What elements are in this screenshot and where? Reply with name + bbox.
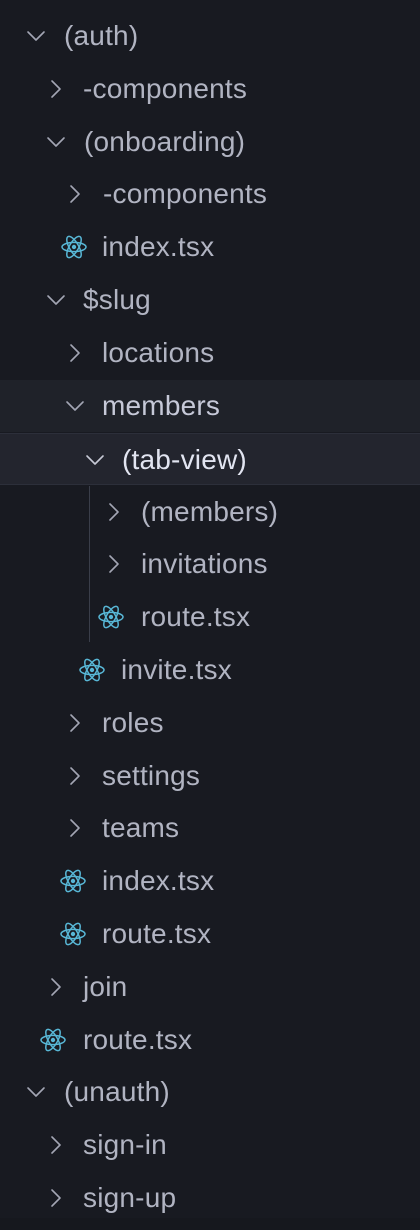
tree-item-teams-folder[interactable]: teams: [0, 802, 420, 854]
tree-item-invite-tsx-file[interactable]: invite.tsx: [0, 644, 420, 696]
tree-item-label: members: [102, 390, 221, 421]
tree-item-auth-folder[interactable]: (auth): [0, 10, 420, 62]
tree-item-label: -components: [83, 73, 248, 104]
tree-item-label: roles: [102, 707, 164, 738]
tree-item-route-tsx-file[interactable]: route.tsx: [0, 1014, 420, 1066]
react-icon: [78, 656, 106, 684]
react-icon: [39, 1026, 67, 1054]
tree-item-members-folder[interactable]: members: [0, 380, 420, 432]
tree-item-label: route.tsx: [102, 918, 212, 949]
tree-item-index-tsx-file[interactable]: index.tsx: [0, 855, 420, 907]
tree-item-sign-in-folder[interactable]: sign-in: [0, 1119, 420, 1171]
tree-item-roles-folder[interactable]: roles: [0, 697, 420, 749]
tree-item-onboarding-folder[interactable]: (onboarding): [0, 116, 420, 168]
tree-item-invitations-folder[interactable]: invitations: [0, 538, 420, 590]
tree-item-settings-folder[interactable]: settings: [0, 750, 420, 802]
chevron-right-icon: [63, 764, 87, 788]
tree-item-label: sign-up: [83, 1182, 177, 1213]
tree-item-locations-folder[interactable]: locations: [0, 327, 420, 379]
chevron-right-icon: [63, 711, 87, 735]
react-icon: [97, 603, 125, 631]
tree-item-label: index.tsx: [102, 231, 215, 262]
chevron-down-icon: [44, 130, 68, 154]
tree-item-label: invite.tsx: [121, 654, 232, 685]
tree-item-label: route.tsx: [141, 601, 251, 632]
tree-item-label: (auth): [64, 20, 139, 51]
tree-item-route-tsx-file[interactable]: route.tsx: [0, 908, 420, 960]
tree-item-label: (members): [141, 496, 279, 527]
chevron-right-icon: [63, 816, 87, 840]
tree-item-components-folder[interactable]: -components: [0, 63, 420, 115]
tree-item-unauth-folder[interactable]: (unauth): [0, 1066, 420, 1118]
chevron-right-icon: [44, 1186, 68, 1210]
tree-item-components-folder[interactable]: -components: [0, 168, 420, 220]
tree-item-label: invitations: [141, 548, 268, 579]
react-icon: [60, 233, 88, 261]
tree-item-label: $slug: [83, 284, 151, 315]
tree-item-label: route.tsx: [83, 1024, 193, 1055]
chevron-right-icon: [44, 77, 68, 101]
chevron-down-icon: [44, 288, 68, 312]
tree-item-label: -components: [103, 178, 268, 209]
tree-item-members-group-folder[interactable]: (members): [0, 486, 420, 538]
chevron-right-icon: [63, 341, 87, 365]
chevron-right-icon: [44, 1133, 68, 1157]
file-explorer-tree: (auth) -components (onboarding) -compone…: [0, 0, 420, 1230]
chevron-right-icon: [102, 552, 126, 576]
tree-item-label: sign-in: [83, 1129, 167, 1160]
tree-item-label: (unauth): [64, 1076, 170, 1107]
tree-item-route-tsx-file[interactable]: route.tsx: [0, 591, 420, 643]
tree-item-label: (onboarding): [84, 126, 246, 157]
chevron-down-icon: [83, 448, 107, 472]
tree-item-label: (tab-view): [122, 444, 247, 475]
tree-item-join-folder[interactable]: join: [0, 961, 420, 1013]
react-icon: [59, 920, 87, 948]
tree-item-label: settings: [102, 760, 201, 791]
chevron-right-icon: [102, 500, 126, 524]
chevron-right-icon: [63, 182, 87, 206]
chevron-down-icon: [63, 394, 87, 418]
tree-item-label: locations: [102, 337, 215, 368]
tree-item-slug-folder[interactable]: $slug: [0, 274, 420, 326]
react-icon: [59, 867, 87, 895]
tree-item-index-tsx-file[interactable]: index.tsx: [0, 221, 420, 273]
chevron-down-icon: [24, 1080, 48, 1104]
chevron-right-icon: [44, 975, 68, 999]
tree-item-label: teams: [102, 812, 180, 843]
tree-item-sign-up-folder[interactable]: sign-up: [0, 1172, 420, 1224]
tree-item-label: index.tsx: [102, 865, 215, 896]
panel-bottom-edge: [0, 1218, 420, 1230]
chevron-down-icon: [24, 24, 48, 48]
tree-item-label: join: [83, 971, 128, 1002]
tree-item-tab-view-folder[interactable]: (tab-view): [0, 433, 420, 485]
